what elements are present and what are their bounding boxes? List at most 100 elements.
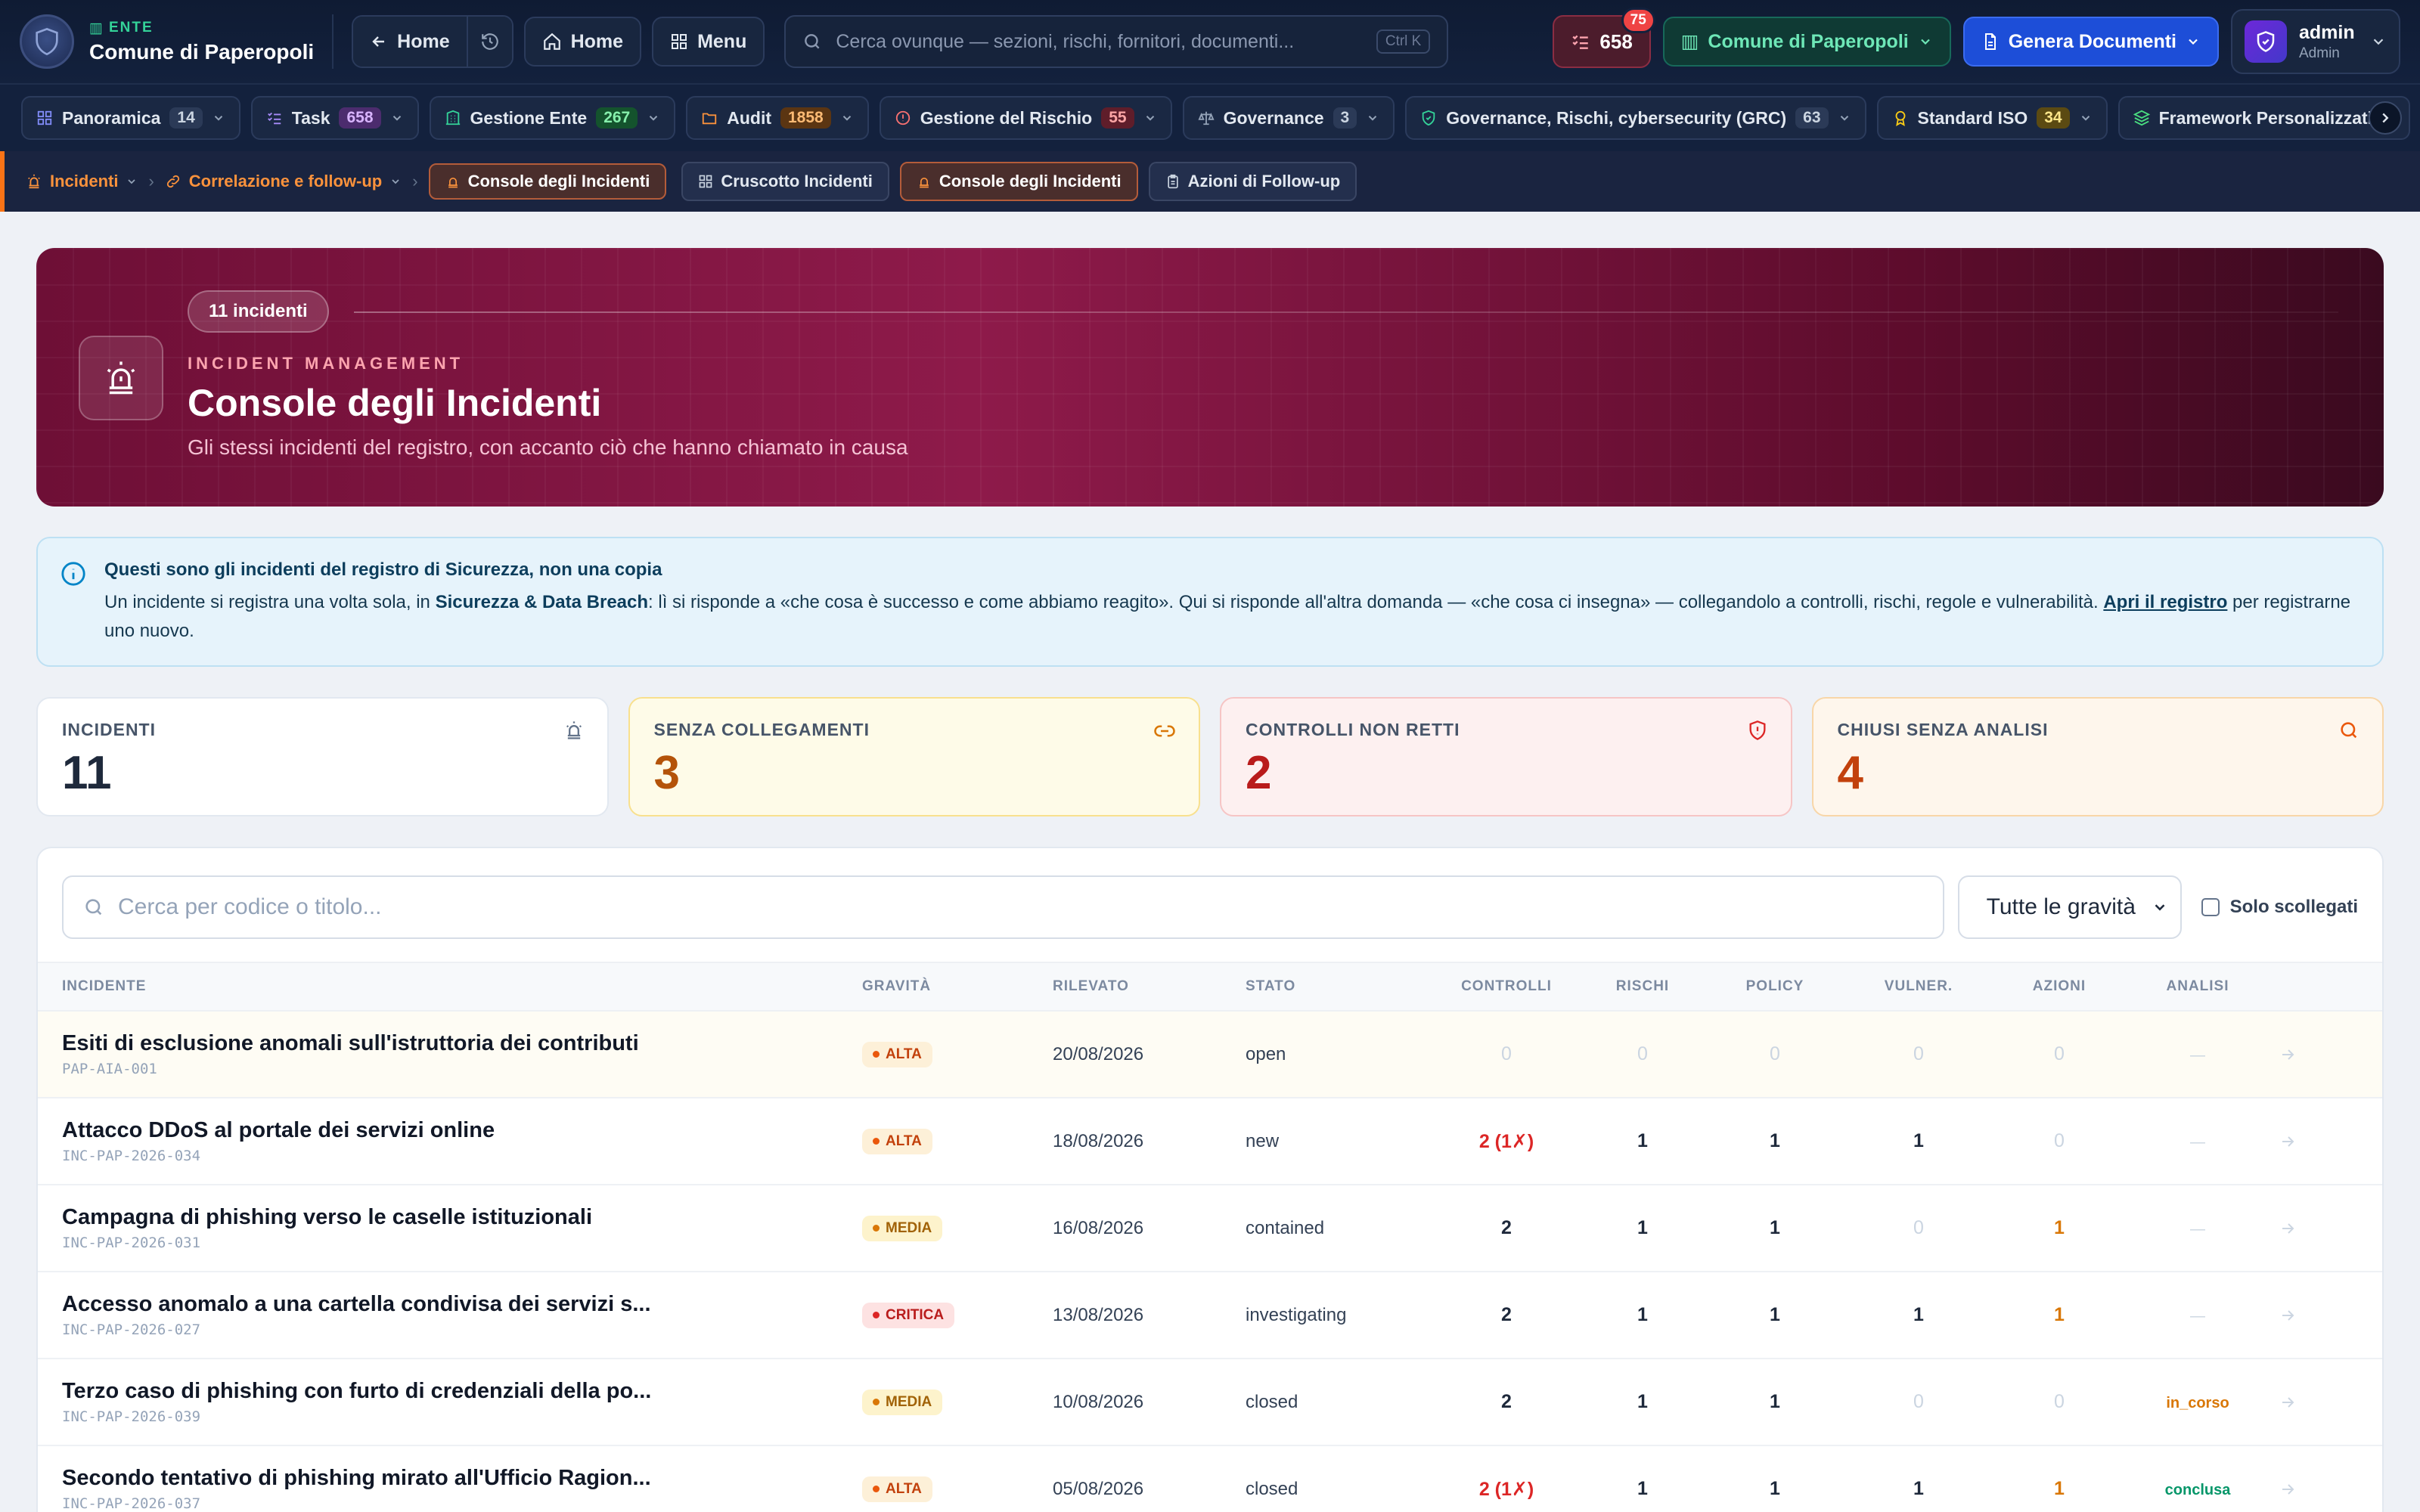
- open-cell[interactable]: [2279, 1098, 2382, 1185]
- col-rischi[interactable]: RISCHI: [1571, 962, 1714, 1012]
- stat-chiusi-senza-analisi[interactable]: CHIUSI SENZA ANALISI 4: [1811, 697, 2384, 816]
- chevron-down-icon: [1369, 116, 1377, 121]
- stat-controlli-non-retti[interactable]: CONTROLLI NON RETTI 2: [1220, 697, 1792, 816]
- incident-title[interactable]: Terzo caso di phishing con furto di cred…: [62, 1379, 862, 1404]
- history-button[interactable]: [466, 17, 512, 67]
- analysis-status: in_corso: [2166, 1394, 2229, 1411]
- table-row[interactable]: Terzo caso di phishing con furto di cred…: [38, 1359, 2382, 1446]
- home-button[interactable]: Home: [523, 17, 642, 67]
- risks-cell: 1: [1571, 1185, 1714, 1272]
- nav-back-group: Home: [352, 15, 513, 68]
- open-cell[interactable]: [2279, 1359, 2382, 1446]
- incident-title[interactable]: Secondo tentativo di phishing mirato all…: [62, 1466, 862, 1491]
- siren-icon: [448, 178, 458, 188]
- module-panoramica[interactable]: Panoramica 14: [21, 96, 240, 140]
- incident-cell[interactable]: Secondo tentativo di phishing mirato all…: [38, 1445, 862, 1512]
- vuln-cell: 0: [1835, 1185, 2002, 1272]
- back-button[interactable]: Home: [353, 17, 467, 67]
- breadcrumb-incidenti[interactable]: Incidenti: [26, 172, 138, 191]
- module-task[interactable]: Task 658: [250, 96, 419, 140]
- col-vulner[interactable]: VULNER.: [1835, 962, 2002, 1012]
- col-stato[interactable]: STATO: [1246, 962, 1442, 1012]
- col-policy[interactable]: POLICY: [1714, 962, 1835, 1012]
- ente-selector[interactable]: ▥ Comune di Paperopoli: [1662, 17, 1951, 67]
- stat-value: 11: [62, 747, 112, 799]
- arrow-right-icon[interactable]: [2279, 1480, 2297, 1498]
- table-row[interactable]: Accesso anomalo a una cartella condivisa…: [38, 1272, 2382, 1359]
- module-governance[interactable]: Governance 3: [1182, 96, 1395, 140]
- module-standard-iso[interactable]: Standard ISO 34: [1876, 96, 2108, 140]
- chevron-down-icon: [2189, 39, 2198, 45]
- controls-count: 2 (1✗): [1478, 1478, 1534, 1500]
- open-cell[interactable]: [2279, 1011, 2382, 1098]
- open-cell[interactable]: [2279, 1272, 2382, 1359]
- menu-button[interactable]: Menu: [652, 17, 765, 67]
- col-incidente[interactable]: INCIDENTE: [38, 962, 862, 1012]
- severity-dot: [873, 1399, 880, 1405]
- stat-label: INCIDENTI: [62, 720, 156, 739]
- open-cell[interactable]: [2279, 1445, 2382, 1512]
- global-search-input[interactable]: Cerca ovunque — sezioni, rischi, fornito…: [784, 15, 1449, 68]
- open-registry-link[interactable]: Apri il registro: [2103, 592, 2227, 612]
- table-row[interactable]: Secondo tentativo di phishing mirato all…: [38, 1445, 2382, 1512]
- col-azioni[interactable]: AZIONI: [2002, 962, 2117, 1012]
- breadcrumb-current[interactable]: Console degli Incidenti: [428, 163, 667, 200]
- module-gestione-ente[interactable]: Gestione Ente 267: [429, 96, 676, 140]
- tasks-button[interactable]: 658 75: [1553, 8, 1655, 68]
- open-cell[interactable]: [2279, 1185, 2382, 1272]
- tab-cruscotto-incidenti[interactable]: Cruscotto Incidenti: [681, 162, 889, 201]
- incident-title[interactable]: Campagna di phishing verso le caselle is…: [62, 1205, 862, 1230]
- incident-cell[interactable]: Terzo caso di phishing con furto di cred…: [38, 1359, 862, 1446]
- incident-cell[interactable]: Accesso anomalo a una cartella condivisa…: [38, 1272, 862, 1359]
- col-rilevato[interactable]: RILEVATO: [1053, 962, 1246, 1012]
- arrow-right-icon[interactable]: [2279, 1046, 2297, 1064]
- breadcrumb-correlazione[interactable]: Correlazione e follow-up: [165, 172, 402, 191]
- modules-scroll-right-button[interactable]: [2369, 101, 2402, 135]
- module-audit[interactable]: Audit 1858: [686, 96, 869, 140]
- incident-search-input[interactable]: Cerca per codice o titolo...: [62, 875, 1944, 939]
- col-gravita[interactable]: GRAVITÀ: [862, 962, 1053, 1012]
- arrow-right-icon[interactable]: [2279, 1219, 2297, 1238]
- info-text-a: Un incidente si registra una volta sola,…: [104, 592, 436, 612]
- module-label: Task: [291, 107, 330, 128]
- module-count: 658: [339, 107, 381, 129]
- table-row[interactable]: Esiti di esclusione anomali sull'istrutt…: [38, 1011, 2382, 1098]
- incident-code: INC-PAP-2026-031: [62, 1235, 201, 1251]
- arrow-right-icon[interactable]: [2279, 1306, 2297, 1325]
- incident-cell[interactable]: Attacco DDoS al portale dei servizi onli…: [38, 1098, 862, 1185]
- incident-title[interactable]: Accesso anomalo a una cartella condivisa…: [62, 1292, 862, 1317]
- ente-block[interactable]: ▥ ENTE Comune di Paperopoli: [20, 14, 334, 69]
- user-menu[interactable]: admin Admin: [2231, 9, 2400, 74]
- generate-documents-button[interactable]: Genera Documenti: [1962, 17, 2219, 67]
- only-unlinked-checkbox[interactable]: Solo scollegati: [2201, 897, 2358, 918]
- module-governance-rischi-cybersecurity-grc[interactable]: Governance, Rischi, cybersecurity (GRC) 6…: [1405, 96, 1866, 140]
- table-row[interactable]: Attacco DDoS al portale dei servizi onli…: [38, 1098, 2382, 1185]
- arrow-right-icon[interactable]: [2279, 1393, 2297, 1411]
- severity-select[interactable]: Tutte le gravità: [1957, 875, 2182, 939]
- severity-label: MEDIA: [886, 1393, 932, 1410]
- incident-cell[interactable]: Esiti di esclusione anomali sull'istrutt…: [38, 1011, 862, 1098]
- siren-icon: [28, 174, 40, 189]
- stat-senza-collegamenti[interactable]: SENZA COLLEGAMENTI 3: [628, 697, 1200, 816]
- hero-eyebrow: INCIDENT MANAGEMENT: [188, 354, 464, 373]
- incident-title[interactable]: Attacco DDoS al portale dei servizi onli…: [62, 1118, 862, 1143]
- checkbox-box[interactable]: [2201, 898, 2220, 916]
- tab-console-incidenti[interactable]: Console degli Incidenti: [899, 162, 1138, 201]
- arrow-right-icon[interactable]: [2279, 1132, 2297, 1151]
- actions-count: 1: [2054, 1304, 2065, 1325]
- stat-incidenti[interactable]: INCIDENTI 11: [36, 697, 609, 816]
- chevron-down-icon: [1146, 116, 1154, 121]
- incident-count-pill: 11 incidenti: [188, 290, 329, 333]
- ente-selector-label: Comune di Paperopoli: [1708, 30, 1909, 52]
- module-framework-personalizzati[interactable]: Framework Personalizzati: [2118, 96, 2411, 140]
- tab-azioni-follow-up[interactable]: Azioni di Follow-up: [1148, 162, 1357, 201]
- search-icon: [2341, 722, 2357, 739]
- table-row[interactable]: Campagna di phishing verso le caselle is…: [38, 1185, 2382, 1272]
- chevron-down-icon: [2081, 116, 2090, 121]
- incident-cell[interactable]: Campagna di phishing verso le caselle is…: [38, 1185, 862, 1272]
- generate-label: Genera Documenti: [2008, 30, 2176, 52]
- col-controlli[interactable]: CONTROLLI: [1442, 962, 1571, 1012]
- col-analisi[interactable]: ANALISI: [2117, 962, 2279, 1012]
- incident-title[interactable]: Esiti di esclusione anomali sull'istrutt…: [62, 1031, 862, 1056]
- module-gestione-del-rischio[interactable]: Gestione del Rischio 55: [879, 96, 1172, 140]
